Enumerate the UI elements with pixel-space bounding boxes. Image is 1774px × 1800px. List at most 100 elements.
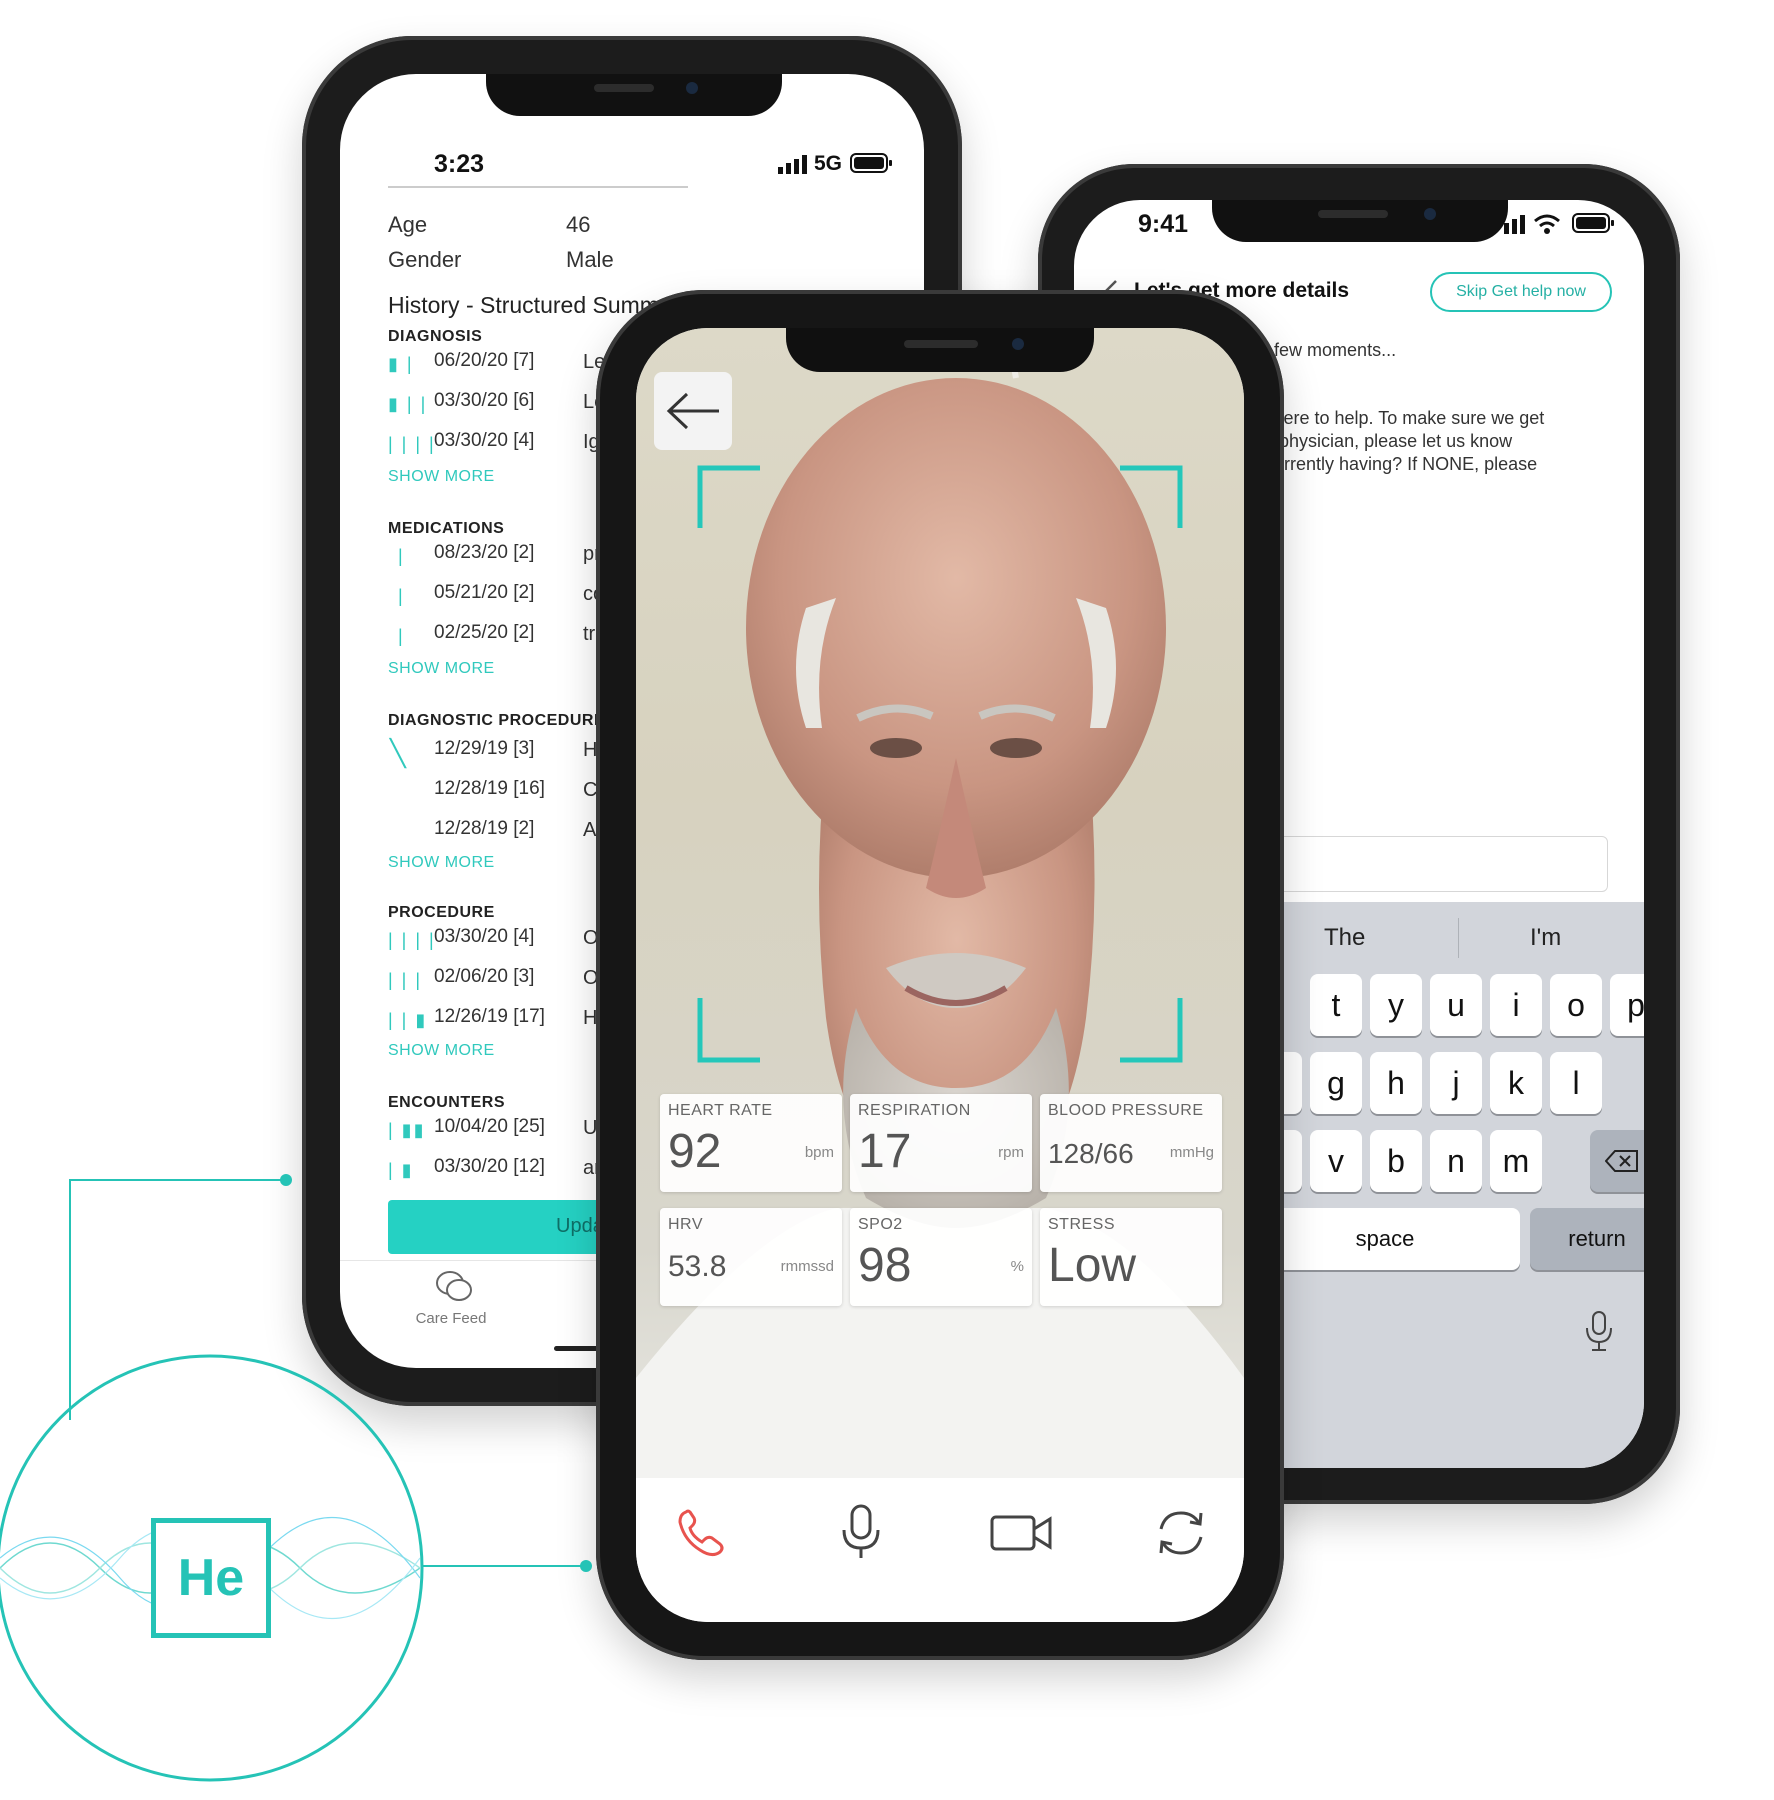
vital-stress-label: STRESS [1048,1216,1116,1233]
vital-blood-pressure: BLOOD PRESSURE 128/66 mmHg [1040,1094,1222,1192]
section-procedure: PROCEDURE [388,904,495,921]
switch-camera-button[interactable] [1146,1498,1216,1568]
chat-bubbles-icon [434,1268,474,1304]
vital-blood-pressure-unit: mmHg [1169,1144,1214,1161]
med-frag-3: tr [583,623,596,645]
refresh-icon [1159,1511,1203,1555]
key-space[interactable]: space [1250,1208,1520,1270]
enc-bars-2: | ▮ [388,1160,414,1180]
vital-respiration: RESPIRATION 17 rpm [850,1094,1032,1192]
med-show-more[interactable]: SHOW MORE [388,660,495,678]
section-medications: MEDICATIONS [388,520,505,537]
call-controls [636,1478,1244,1622]
med-date-3[interactable]: 02/25/20 [2] [434,622,534,644]
vital-spo2-label: SPO2 [858,1216,903,1233]
diag-date-1[interactable]: 06/20/20 [7] [434,350,534,372]
key-return[interactable]: return [1530,1208,1644,1270]
enc-date-2[interactable]: 03/30/20 [12] [434,1156,545,1178]
microphone-button[interactable] [826,1498,896,1568]
vital-hrv: HRV 53.8 rmmssd [660,1208,842,1306]
key-u[interactable]: u [1430,974,1482,1036]
center-phone: HEART RATE 92 bpm RESPIRATION 17 rpm BLO… [596,290,1284,1660]
dproc-date-3[interactable]: 12/28/19 [2] [434,818,534,840]
dictation-mic-icon[interactable] [1584,1310,1614,1354]
patient-name-row-cut [388,186,688,196]
vital-heart-rate-unit: bpm [804,1144,834,1161]
proc-bars-1: | | | | [388,930,436,950]
diag-date-2[interactable]: 03/30/20 [6] [434,390,534,412]
dproc-date-1[interactable]: 12/29/19 [3] [434,738,534,760]
left-notch [486,74,782,116]
med-date-2[interactable]: 05/21/20 [2] [434,582,534,604]
right-wifi-icon [1532,212,1562,236]
key-h[interactable]: h [1370,1052,1422,1114]
key-v[interactable]: v [1310,1130,1362,1192]
vital-respiration-unit: rpm [998,1144,1024,1161]
proc-bars-2: | | | [388,970,423,990]
right-status-time: 9:41 [1138,210,1189,238]
patient-gender-value: Male [566,247,614,272]
dproc-date-2[interactable]: 12/28/19 [16] [434,778,545,800]
key-y[interactable]: y [1370,974,1422,1036]
right-notch [1212,200,1508,242]
video-camera-icon [990,1515,1052,1551]
diag-bars-2: ▮ | | [388,394,428,414]
key-i[interactable]: i [1490,974,1542,1036]
vital-hrv-value: 53.8 [668,1250,727,1283]
care-feed-label: Care Feed [415,1310,487,1327]
care-feed-tab[interactable]: Care Feed [406,1268,496,1338]
vital-heart-rate: HEART RATE 92 bpm [660,1094,842,1192]
diag-date-3[interactable]: 03/30/20 [4] [434,430,534,452]
key-backspace[interactable] [1590,1130,1644,1192]
med-bars-3: | [398,626,405,646]
key-b[interactable]: b [1370,1130,1422,1192]
right-signal-icon [1504,214,1528,234]
diag-show-more[interactable]: SHOW MORE [388,468,495,486]
key-g[interactable]: g [1310,1052,1362,1114]
vital-heart-rate-value: 92 [668,1125,722,1178]
proc-date-2[interactable]: 02/06/20 [3] [434,966,534,988]
key-j[interactable]: j [1430,1052,1482,1114]
dproc-show-more[interactable]: SHOW MORE [388,854,495,872]
key-m[interactable]: m [1490,1130,1542,1192]
vital-hrv-label: HRV [668,1216,703,1233]
key-p[interactable]: p [1610,974,1644,1036]
vital-respiration-label: RESPIRATION [858,1102,971,1119]
vital-spo2: SPO2 98 % [850,1208,1032,1306]
key-o[interactable]: o [1550,974,1602,1036]
vital-spo2-unit: % [1010,1258,1024,1275]
microphone-icon [842,1504,880,1558]
vital-heart-rate-label: HEART RATE [668,1102,773,1119]
proc-bars-3: | | ▮ [388,1010,428,1030]
key-n[interactable]: n [1430,1130,1482,1192]
suggestion-im[interactable]: I'm [1530,924,1561,952]
proc-date-1[interactable]: 03/30/20 [4] [434,926,534,948]
video-button[interactable] [986,1498,1056,1568]
vital-blood-pressure-label: BLOOD PRESSURE [1048,1102,1204,1119]
key-t[interactable]: t [1310,974,1362,1036]
key-k[interactable]: k [1490,1052,1542,1114]
end-call-button[interactable] [666,1498,736,1568]
key-return-label: return [1568,1226,1626,1251]
vital-hrv-unit: rmmssd [780,1258,834,1275]
vital-stress: STRESS Low [1040,1208,1222,1306]
suggestion-divider [1458,918,1459,958]
enc-bars-1: | ▮▮ [388,1120,426,1140]
suggestion-the[interactable]: The [1324,924,1365,952]
skip-button[interactable]: Skip Get help now [1430,272,1612,312]
key-space-label: space [1355,1226,1415,1251]
section-encounters: ENCOUNTERS [388,1094,506,1111]
diag-bars-1: ▮ | [388,354,414,374]
diag-bars-3: | | | | [388,434,436,454]
med-bars-1: | [398,546,405,566]
med-bars-2: | [398,586,405,606]
key-l[interactable]: l [1550,1052,1602,1114]
proc-show-more[interactable]: SHOW MORE [388,1042,495,1060]
patient-gender-label: Gender [388,247,462,272]
proc-date-3[interactable]: 12/26/19 [17] [434,1006,545,1028]
enc-date-1[interactable]: 10/04/20 [25] [434,1116,545,1138]
med-date-1[interactable]: 08/23/20 [2] [434,542,534,564]
backspace-icon [1605,1150,1638,1172]
right-battery-icon [1572,212,1616,234]
center-screen: HEART RATE 92 bpm RESPIRATION 17 rpm BLO… [636,328,1244,1622]
